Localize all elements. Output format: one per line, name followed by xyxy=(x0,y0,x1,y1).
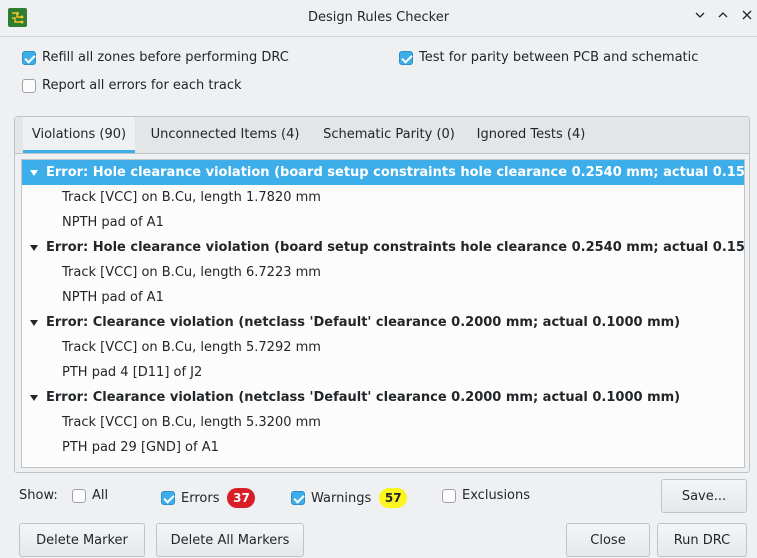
expand-arrow-icon[interactable] xyxy=(30,169,38,176)
filter-warnings[interactable]: Warnings 57 xyxy=(291,488,408,508)
filter-exclusions[interactable]: Exclusions xyxy=(442,488,530,503)
filter-exclusions-checkbox[interactable] xyxy=(442,488,456,503)
violation-title: Error: Clearance violation (netclass 'De… xyxy=(46,390,681,405)
violation-item-text: PTH pad 29 [GND] of A1 xyxy=(62,440,219,455)
violation-row[interactable]: Error: Hole clearance violation (board s… xyxy=(22,160,744,185)
violation-item-text: PTH pad 4 [D11] of J2 xyxy=(62,365,203,380)
violation-item[interactable]: PTH pad 29 [GND] of A1 xyxy=(22,435,744,460)
filter-errors-checkbox[interactable] xyxy=(161,491,175,505)
tab-bar: Violations (90) Unconnected Items (4) Sc… xyxy=(15,117,749,154)
refill-zones-checkbox[interactable] xyxy=(22,50,36,65)
save-button[interactable]: Save... xyxy=(661,479,747,513)
refill-zones-label: Refill all zones before performing DRC xyxy=(42,50,289,65)
errors-count-badge: 37 xyxy=(227,488,256,508)
filter-errors-label: Errors xyxy=(181,490,220,506)
violation-row[interactable]: Error: Hole clearance violation (board s… xyxy=(22,235,744,260)
report-all-label: Report all errors for each track xyxy=(42,78,242,93)
violation-title: Error: Hole clearance violation (board s… xyxy=(46,165,745,180)
violation-item[interactable]: Track [VCC] on B.Cu, length 5.7292 mm xyxy=(22,335,744,360)
violation-item-text: Track [VCC] on B.Cu, length 5.7292 mm xyxy=(62,340,321,355)
tab-ignored-tests[interactable]: Ignored Tests (4) xyxy=(471,117,591,152)
tab-violations[interactable]: Violations (90) xyxy=(23,117,135,153)
parity-test-option[interactable]: Test for parity between PCB and schemati… xyxy=(399,50,698,65)
minimize-button[interactable] xyxy=(690,8,710,28)
filter-exclusions-label: Exclusions xyxy=(462,488,531,503)
violation-title: Error: Hole clearance violation (board s… xyxy=(46,240,745,255)
maximize-button[interactable] xyxy=(713,8,733,28)
report-all-checkbox[interactable] xyxy=(22,78,36,93)
violation-item[interactable]: Track [VCC] on B.Cu, length 6.7223 mm xyxy=(22,260,744,285)
parity-test-checkbox[interactable] xyxy=(399,50,413,65)
expand-arrow-icon[interactable] xyxy=(30,394,38,401)
violation-row[interactable]: Error: Clearance violation (netclass 'De… xyxy=(22,385,744,410)
violation-item[interactable]: Track [VCC] on B.Cu, length 1.7820 mm xyxy=(22,185,744,210)
close-window-button[interactable] xyxy=(737,8,757,28)
show-label: Show: xyxy=(19,488,58,503)
violation-item[interactable]: NPTH pad of A1 xyxy=(22,285,744,310)
violations-tree[interactable]: Error: Hole clearance violation (board s… xyxy=(21,159,745,468)
run-drc-button[interactable]: Run DRC xyxy=(657,523,747,557)
title-bar: Design Rules Checker xyxy=(0,0,757,37)
violation-item[interactable]: NPTH pad of A1 xyxy=(22,210,744,235)
expand-arrow-icon[interactable] xyxy=(30,244,38,251)
report-all-option[interactable]: Report all errors for each track xyxy=(22,78,242,93)
violation-item[interactable]: PTH pad 4 [D11] of J2 xyxy=(22,360,744,385)
warnings-count-badge: 57 xyxy=(379,488,408,508)
violation-row[interactable]: Error: Clearance violation (netclass 'De… xyxy=(22,310,744,335)
results-tab-panel: Violations (90) Unconnected Items (4) Sc… xyxy=(14,116,750,473)
close-icon xyxy=(741,8,753,28)
expand-arrow-icon[interactable] xyxy=(30,319,38,326)
delete-marker-button[interactable]: Delete Marker xyxy=(19,523,145,557)
violation-item-text: NPTH pad of A1 xyxy=(62,215,164,230)
tab-schematic-parity[interactable]: Schematic Parity (0) xyxy=(315,117,463,152)
filter-all[interactable]: All xyxy=(72,488,108,503)
tab-unconnected-items[interactable]: Unconnected Items (4) xyxy=(143,117,307,152)
close-button[interactable]: Close xyxy=(566,523,650,557)
filter-warnings-label: Warnings xyxy=(311,490,372,506)
chevron-down-icon xyxy=(694,8,706,28)
filter-warnings-checkbox[interactable] xyxy=(291,491,305,505)
violation-title: Error: Clearance violation (netclass 'De… xyxy=(46,315,681,330)
window-title: Design Rules Checker xyxy=(307,10,450,25)
chevron-up-icon xyxy=(717,8,729,28)
filter-errors[interactable]: Errors 37 xyxy=(161,488,256,508)
filter-all-checkbox[interactable] xyxy=(72,488,86,503)
parity-test-label: Test for parity between PCB and schemati… xyxy=(419,50,699,65)
violation-item-text: NPTH pad of A1 xyxy=(62,290,164,305)
violation-item-text: Track [VCC] on B.Cu, length 1.7820 mm xyxy=(62,190,321,205)
refill-zones-option[interactable]: Refill all zones before performing DRC xyxy=(22,50,289,65)
violation-item-text: Track [VCC] on B.Cu, length 5.3200 mm xyxy=(62,415,321,430)
violation-item-text: Track [VCC] on B.Cu, length 6.7223 mm xyxy=(62,265,321,280)
violation-item[interactable]: Track [VCC] on B.Cu, length 5.3200 mm xyxy=(22,410,744,435)
delete-all-markers-button[interactable]: Delete All Markers xyxy=(156,523,304,557)
filter-all-label: All xyxy=(92,488,109,503)
